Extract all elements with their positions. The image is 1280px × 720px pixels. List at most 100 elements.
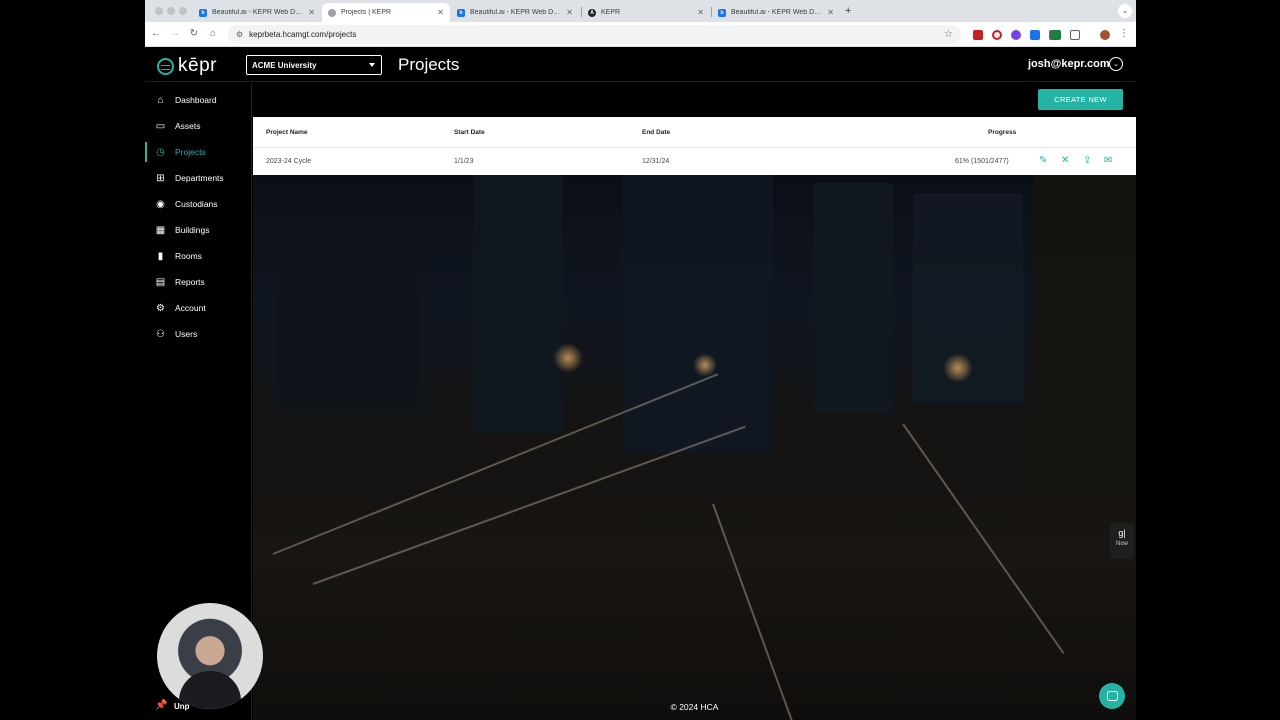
sidebar-item-custodians[interactable]: ◉ Custodians <box>145 194 252 214</box>
widget-icon: g| <box>1118 528 1126 538</box>
chevron-down-icon[interactable]: ⌄ <box>1109 57 1123 71</box>
beautiful-ai-icon: b <box>457 8 465 17</box>
close-tab-icon[interactable]: ✕ <box>827 8 834 17</box>
projects-table: Project Name Start Date End Date Progres… <box>253 117 1136 175</box>
header-divider <box>253 147 1136 148</box>
tab-search-button[interactable]: ⌄ <box>1118 4 1132 18</box>
sidebar-item-rooms[interactable]: ▮ Rooms <box>145 246 252 266</box>
reload-icon[interactable]: ↻ <box>188 28 200 39</box>
bookmark-star-icon[interactable]: ☆ <box>944 29 953 40</box>
browser-tab[interactable]: b Beautiful.ai - KEPR Web Demo ✕ <box>193 3 321 22</box>
laptop-icon: ▭ <box>155 120 166 132</box>
sidebar-item-buildings[interactable]: ▦ Buildings <box>145 220 252 240</box>
sidebar-item-label: Departments <box>175 173 224 183</box>
sidebar-item-label: Dashboard <box>175 95 217 105</box>
kepr-logo[interactable]: kēpr <box>157 55 217 77</box>
sidebar-item-label: Rooms <box>175 251 202 261</box>
extension-icon[interactable] <box>992 30 1002 40</box>
create-new-button[interactable]: CREATE NEW <box>1038 89 1123 110</box>
extension-icon[interactable] <box>973 30 983 40</box>
profile-avatar[interactable] <box>1100 30 1110 40</box>
organization-select[interactable]: ACME University <box>246 55 382 75</box>
sidebar-item-departments[interactable]: ⊞ Departments <box>145 168 252 188</box>
table-cell-end-date: 12/31/24 <box>642 158 670 165</box>
main-content: CREATE NEW Project Name Start Date End D… <box>253 83 1136 720</box>
forward-icon[interactable]: → <box>169 28 181 39</box>
background-light <box>553 343 583 373</box>
table-cell-start-date: 1/1/23 <box>454 158 474 165</box>
table-cell-progress: 61% (1501/2477) <box>955 158 1009 165</box>
widget-label: Now <box>1115 541 1128 547</box>
sidebar-item-dashboard[interactable]: ⌂ Dashboard <box>145 90 252 110</box>
unpin-label[interactable]: Unp <box>174 702 190 711</box>
tab-title: Beautiful.ai - KEPR Web Demo <box>212 9 305 16</box>
extensions-puzzle-icon[interactable] <box>1070 30 1080 40</box>
users-icon: ⚇ <box>156 328 165 340</box>
tab-strip: b Beautiful.ai - KEPR Web Demo ✕ Project… <box>145 0 1136 22</box>
extension-icon[interactable] <box>1011 30 1021 40</box>
column-header-start-date[interactable]: Start Date <box>454 129 485 136</box>
minimize-window-button[interactable] <box>167 7 175 15</box>
table-cell-project-name[interactable]: 2023-24 Cycle <box>266 158 311 165</box>
browser-window: b Beautiful.ai - KEPR Web Demo ✕ Project… <box>145 0 1136 720</box>
document-icon: ▤ <box>155 276 166 288</box>
sidebar-item-users[interactable]: ⚇ Users <box>145 324 252 344</box>
upload-icon[interactable]: ⇪ <box>1083 155 1091 166</box>
close-icon[interactable]: ✕ <box>1061 155 1069 166</box>
sidebar-item-reports[interactable]: ▤ Reports <box>145 272 252 292</box>
column-header-end-date[interactable]: End Date <box>642 129 670 136</box>
tab-title: Projects | KEPR <box>341 9 392 16</box>
pin-icon[interactable]: 📌 <box>155 700 167 711</box>
close-tab-icon[interactable]: ✕ <box>437 8 444 17</box>
org-chart-icon: ⊞ <box>156 172 165 184</box>
person-circle-icon: ◉ <box>156 198 165 210</box>
globe-icon <box>328 8 336 17</box>
user-email[interactable]: josh@kepr.com <box>1028 58 1110 70</box>
sidebar-item-label: Reports <box>175 277 205 287</box>
logo-text: kēpr <box>178 55 217 76</box>
column-header-progress[interactable]: Progress <box>988 129 1016 136</box>
background-light <box>943 353 973 383</box>
browser-menu-icon[interactable]: ⋮ <box>1118 28 1130 39</box>
sidebar-item-account[interactable]: ⚙ Account <box>145 298 252 318</box>
back-icon[interactable]: ← <box>150 28 162 39</box>
column-header-project-name[interactable]: Project Name <box>266 129 308 136</box>
site-info-icon[interactable]: ⚙ <box>236 30 243 39</box>
chat-bubble-icon <box>1106 691 1118 701</box>
maximize-window-button[interactable] <box>179 7 187 15</box>
toolbar-band <box>253 83 1136 117</box>
caret-down-icon <box>369 63 375 67</box>
extension-icon[interactable] <box>1030 30 1040 40</box>
email-icon[interactable]: ✉ <box>1104 155 1112 166</box>
footer-copyright: © 2024 HCA <box>670 702 719 712</box>
organization-select-value: ACME University <box>252 60 317 70</box>
close-tab-icon[interactable]: ✕ <box>697 8 704 17</box>
background-building <box>623 153 773 453</box>
browser-tab-active[interactable]: Projects | KEPR ✕ <box>322 3 450 22</box>
sidebar-item-label: Projects <box>175 147 206 157</box>
address-bar[interactable]: ⚙ keprbeta.hcamgt.com/projects ☆ <box>228 25 961 44</box>
sidebar-item-projects[interactable]: ◷ Projects <box>145 142 252 162</box>
background-building <box>273 233 423 413</box>
browser-toolbar: ← → ↻ ⌂ ⚙ keprbeta.hcamgt.com/projects ☆… <box>145 22 1136 47</box>
browser-tab[interactable]: b Beautiful.ai - KEPR Web Demo ✕ <box>712 3 840 22</box>
extension-icon[interactable] <box>1051 30 1061 40</box>
browser-tab[interactable]: b Beautiful.ai - KEPR Web Demo ✕ <box>451 3 579 22</box>
side-widget[interactable]: g| Now <box>1110 523 1134 559</box>
tab-title: KEPR <box>601 9 621 16</box>
edit-pencil-icon[interactable]: ✎ <box>1039 155 1047 166</box>
account-gear-icon: ⚙ <box>156 302 165 314</box>
browser-tab[interactable]: A KEPR ✕ <box>582 3 710 22</box>
new-tab-button[interactable]: + <box>845 5 851 17</box>
sidebar-item-label: Users <box>175 329 198 339</box>
clock-icon: ◷ <box>156 146 165 158</box>
close-tab-icon[interactable]: ✕ <box>566 8 573 17</box>
background-building <box>473 173 563 433</box>
close-tab-icon[interactable]: ✕ <box>308 8 315 17</box>
close-window-button[interactable] <box>155 7 163 15</box>
building-icon: ▦ <box>155 224 166 236</box>
url-text: keprbeta.hcamgt.com/projects <box>249 30 357 39</box>
sidebar-item-assets[interactable]: ▭ Assets <box>145 116 252 136</box>
home-icon[interactable]: ⌂ <box>207 28 219 39</box>
background-light <box>693 353 717 377</box>
